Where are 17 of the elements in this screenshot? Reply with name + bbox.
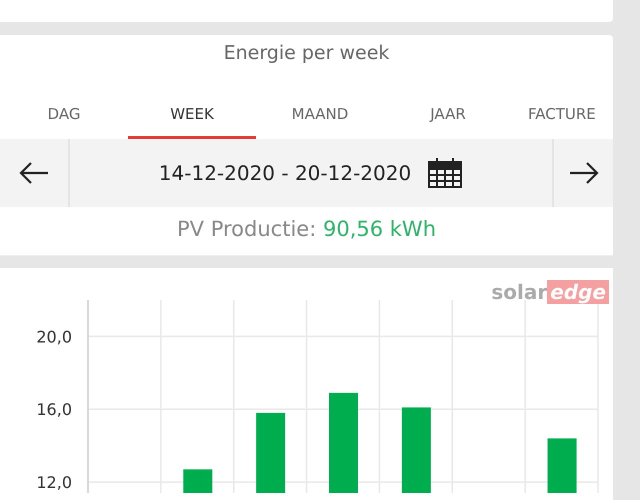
axis-label: 12,0 bbox=[36, 473, 72, 492]
section-title: Energie per week bbox=[222, 41, 390, 66]
axis-label: 16,0 bbox=[36, 400, 72, 420]
date-range[interactable]: 14-12-2020 - 20-12-2020 bbox=[158, 161, 412, 185]
tab[interactable]: DAG bbox=[0, 72, 128, 139]
production-label: PV Productie: bbox=[177, 217, 316, 241]
tab[interactable]: MAAND bbox=[256, 72, 384, 139]
calendar-icon[interactable] bbox=[427, 157, 464, 189]
tab[interactable]: JAAR bbox=[384, 72, 512, 139]
right-arrow-icon bbox=[568, 161, 600, 185]
bar bbox=[548, 438, 577, 493]
production-value: 90,56 kWh bbox=[322, 217, 436, 241]
logo: solaredge bbox=[491, 280, 609, 304]
bar bbox=[183, 469, 212, 493]
left-arrow-icon bbox=[18, 161, 50, 185]
axis-label: 20,0 bbox=[36, 327, 72, 346]
tab[interactable]: FACTURE bbox=[512, 72, 609, 139]
